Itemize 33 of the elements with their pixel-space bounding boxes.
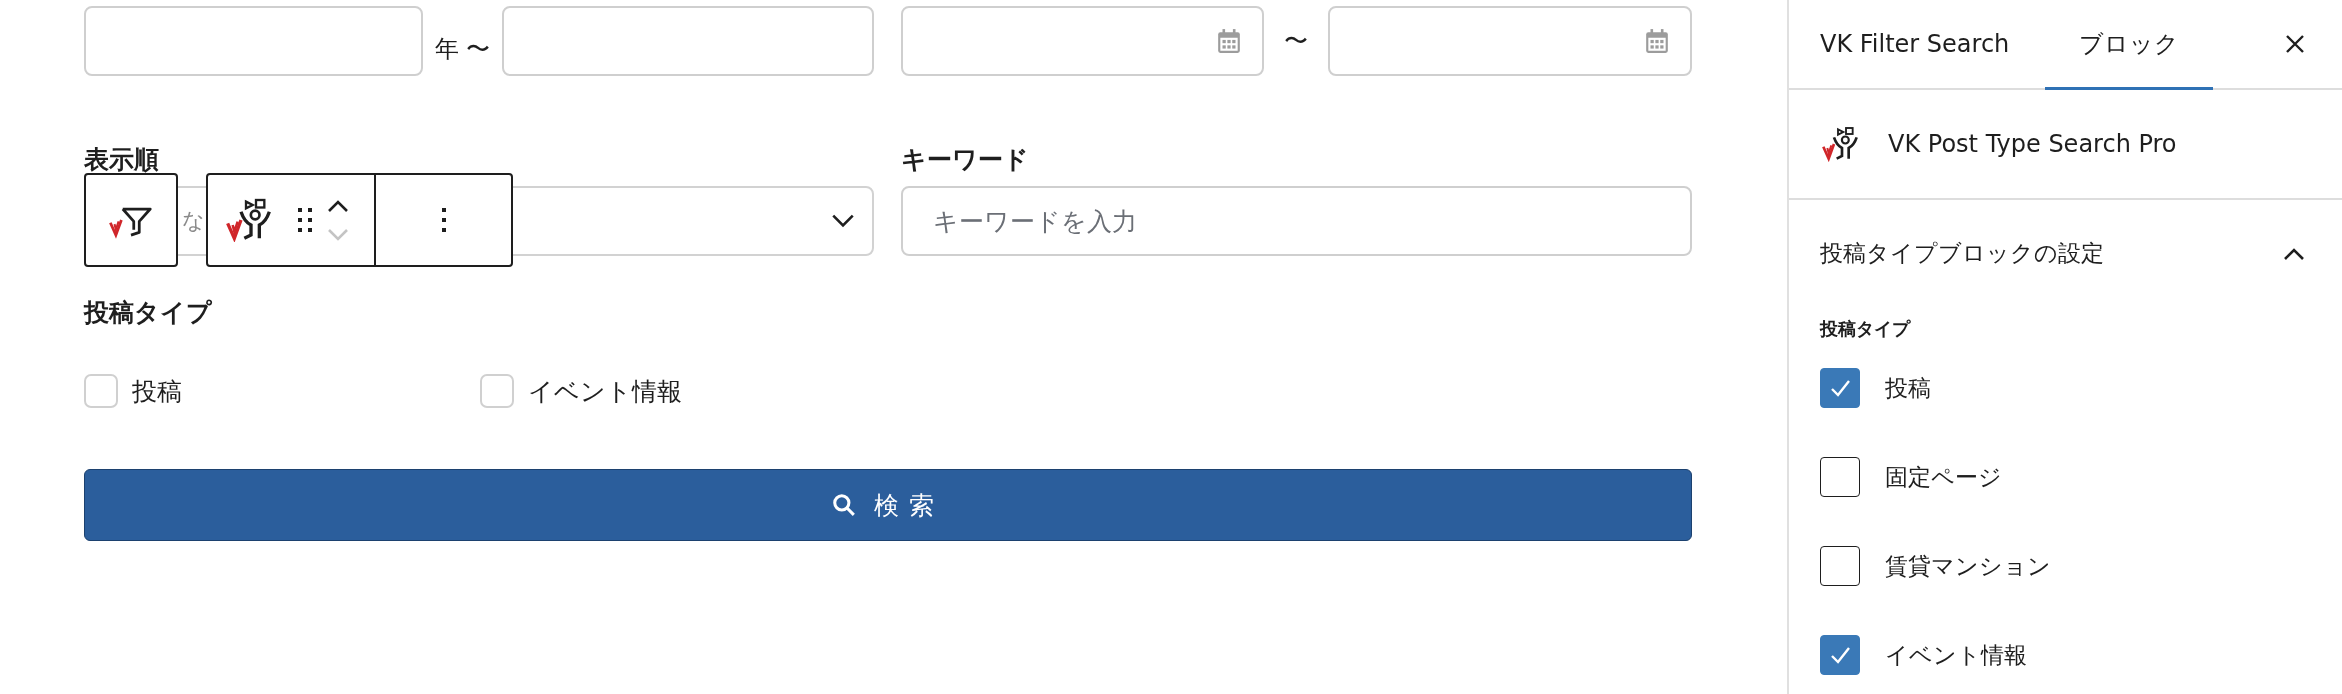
- range-separator: 年 〜: [433, 34, 492, 65]
- checkbox[interactable]: [1820, 635, 1860, 675]
- search-icon: [832, 493, 856, 517]
- field-label: 投稿タイプ: [84, 297, 213, 329]
- sidebar-tab[interactable]: VK Filter Search: [1820, 0, 2010, 90]
- drag-handle-icon: [298, 208, 312, 232]
- checkbox[interactable]: [1820, 546, 1860, 586]
- search-button[interactable]: 検索: [84, 469, 1692, 541]
- checkbox-label: 投稿: [132, 375, 182, 408]
- more-options-icon: [441, 208, 446, 232]
- keyword-field[interactable]: キーワードを入力: [901, 186, 1692, 256]
- block-title: VK Post Type Search Pro: [1888, 130, 2177, 158]
- checkbox-label: 固定ページ: [1885, 462, 2002, 492]
- select-value: な: [182, 207, 205, 235]
- close-icon: [2284, 33, 2306, 55]
- checkbox-label: 賃貸マンション: [1885, 551, 2051, 581]
- checkbox-label: イベント情報: [528, 375, 682, 408]
- date-field[interactable]: [901, 6, 1264, 76]
- panel-toggle[interactable]: 投稿タイプブロックの設定: [1789, 200, 2342, 269]
- checkbox[interactable]: [1820, 368, 1860, 408]
- range-separator: 〜: [1283, 26, 1309, 57]
- checkbox-label: 投稿: [1885, 373, 1931, 403]
- field-label: 投稿タイプ: [1818, 317, 1912, 341]
- date-field[interactable]: [1328, 6, 1692, 76]
- field-label: 表示順: [84, 144, 160, 176]
- calendar-icon: [1644, 28, 1670, 54]
- sidebar-tab[interactable]: ブロック: [2045, 0, 2214, 90]
- field-label: キーワード: [901, 144, 1030, 176]
- year-input[interactable]: [502, 6, 874, 76]
- checkbox-label: イベント情報: [1885, 640, 2027, 670]
- year-input[interactable]: [84, 6, 423, 76]
- checkbox[interactable]: [1820, 457, 1860, 497]
- calendar-icon: [1216, 28, 1242, 54]
